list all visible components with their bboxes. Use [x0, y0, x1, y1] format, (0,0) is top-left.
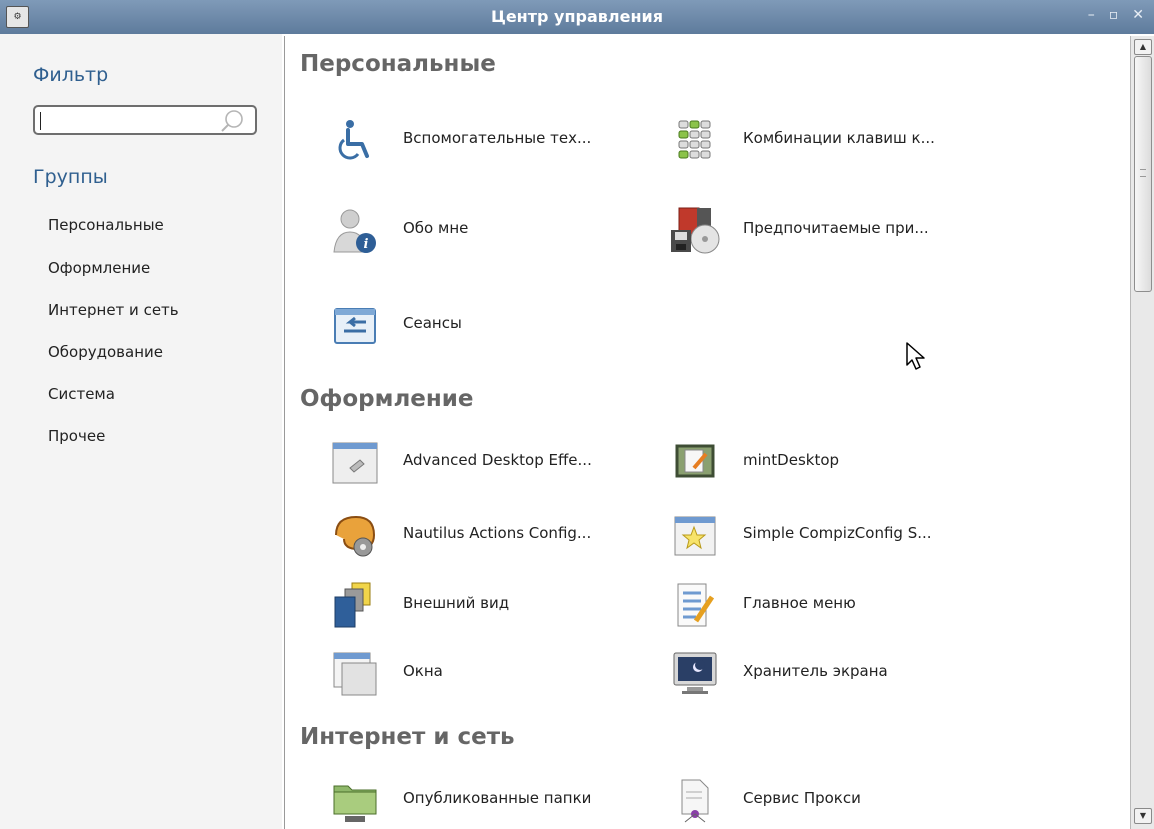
accessibility-icon: [338, 120, 369, 160]
text-caret: [40, 112, 41, 130]
group-item-other[interactable]: Прочее: [48, 427, 105, 445]
sessions-icon: [334, 308, 376, 344]
launcher-keyboard-shortcuts[interactable]: Комбинации клавиш к...: [670, 116, 1000, 166]
launcher-label: Nautilus Actions Config...: [403, 524, 592, 542]
launcher-label: Окна: [403, 662, 443, 680]
search-icon[interactable]: [221, 109, 245, 133]
group-item-appearance[interactable]: Оформление: [48, 259, 150, 277]
group-item-personal[interactable]: Персональные: [48, 216, 164, 234]
launcher-proxy-service[interactable]: Сервис Прокси: [670, 776, 1000, 826]
filter-heading: Фильтр: [33, 64, 109, 86]
minimize-button[interactable]: –: [1088, 8, 1095, 22]
svg-text:i: i: [364, 237, 369, 252]
mintdesktop-icon: [675, 444, 715, 478]
launcher-nautilus-actions[interactable]: Nautilus Actions Config...: [330, 511, 660, 561]
control-center-content: Персональные Вспомогательные тех... Комб…: [284, 36, 1129, 829]
launcher-label: Сервис Прокси: [743, 789, 861, 807]
about-me-icon: i: [333, 209, 376, 253]
group-item-internet[interactable]: Интернет и сеть: [48, 301, 179, 319]
launcher-label: Сеансы: [403, 314, 462, 332]
launcher-desktop-effects[interactable]: Advanced Desktop Effe...: [330, 438, 660, 488]
launcher-mintdesktop[interactable]: mintDesktop: [670, 438, 1000, 488]
scrollbar-thumb[interactable]: [1134, 56, 1152, 292]
launcher-label: Advanced Desktop Effe...: [403, 451, 592, 469]
launcher-appearance[interactable]: Внешний вид: [330, 581, 660, 631]
section-title-internet: Интернет и сеть: [300, 724, 515, 750]
desktop-effects-icon: [332, 442, 378, 484]
main-menu-icon: [677, 583, 715, 627]
launcher-accessibility[interactable]: Вспомогательные тех...: [330, 116, 660, 166]
proxy-service-icon: [681, 779, 709, 823]
windows-icon: [333, 652, 377, 696]
launcher-about-me[interactable]: i Обо мне: [330, 206, 660, 256]
launcher-shared-folders[interactable]: Опубликованные папки: [330, 776, 660, 826]
scroll-up-arrow-icon[interactable]: ▲: [1134, 39, 1152, 55]
launcher-label: Обо мне: [403, 219, 469, 237]
launcher-compizconfig[interactable]: Simple CompizConfig S...: [670, 511, 1000, 561]
launcher-label: Внешний вид: [403, 594, 510, 612]
maximize-button[interactable]: ▫: [1109, 8, 1119, 22]
close-button[interactable]: ✕: [1132, 8, 1144, 22]
window-controls: – ▫ ✕: [1088, 8, 1144, 22]
groups-heading: Группы: [33, 166, 108, 188]
launcher-label: Предпочитаемые при...: [743, 219, 929, 237]
section-title-personal: Персональные: [300, 51, 496, 77]
launcher-label: Опубликованные папки: [403, 789, 592, 807]
mouse-pointer-icon: [906, 342, 925, 370]
launcher-label: mintDesktop: [743, 451, 840, 469]
launcher-label: Хранитель экрана: [743, 662, 888, 680]
preferred-applications-icon: [671, 207, 720, 254]
launcher-label: Вспомогательные тех...: [403, 129, 592, 147]
search-input[interactable]: [33, 105, 257, 135]
scrollbar-grip-icon: [1140, 169, 1146, 177]
group-item-system[interactable]: Система: [48, 385, 115, 403]
sidebar: Фильтр Группы Персональные Оформление Ин…: [0, 34, 282, 829]
scroll-down-arrow-icon[interactable]: ▼: [1134, 808, 1152, 824]
launcher-label: Главное меню: [743, 594, 856, 612]
window-title: Центр управления: [490, 7, 663, 26]
appearance-icon: [334, 582, 371, 628]
shared-folders-icon: [333, 785, 377, 822]
launcher-label: Комбинации клавиш к...: [743, 129, 935, 147]
launcher-sessions[interactable]: Сеансы: [330, 301, 660, 351]
compizconfig-icon: [674, 516, 716, 556]
group-item-hardware[interactable]: Оборудование: [48, 343, 163, 361]
launcher-label: Simple CompizConfig S...: [743, 524, 932, 542]
section-title-appearance: Оформление: [300, 386, 474, 412]
launcher-preferred-applications[interactable]: Предпочитаемые при...: [670, 206, 1000, 256]
launcher-screensaver[interactable]: Хранитель экрана: [670, 649, 1000, 699]
nautilus-actions-icon: [335, 515, 376, 557]
keyboard-shortcuts-icon: [678, 120, 711, 159]
vertical-scrollbar[interactable]: ▲ ▼: [1130, 36, 1154, 829]
launcher-main-menu[interactable]: Главное меню: [670, 581, 1000, 631]
title-bar[interactable]: ⚙ Центр управления – ▫ ✕: [0, 0, 1154, 34]
screensaver-icon: [673, 652, 717, 694]
launcher-windows[interactable]: Окна: [330, 649, 660, 699]
